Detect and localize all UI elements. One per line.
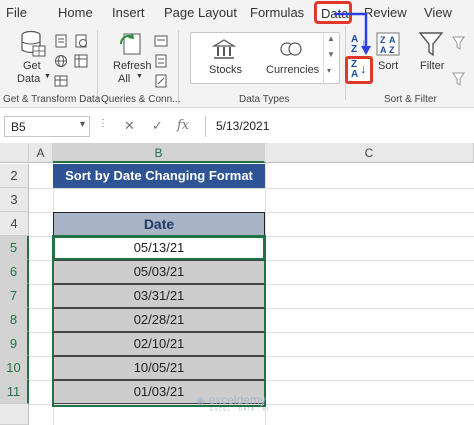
edit-links-icon[interactable]	[154, 74, 168, 88]
tab-formulas[interactable]: Formulas	[250, 5, 304, 20]
sort-z-to-a-button[interactable]: Z A ↓	[345, 56, 373, 84]
chevron-down-icon: ▼	[44, 73, 51, 80]
get-data-label-2[interactable]: Data	[17, 73, 40, 85]
group-label-data-types: Data Types	[239, 94, 290, 105]
queries-icon[interactable]	[154, 34, 168, 48]
column-header-b[interactable]: B	[53, 143, 265, 163]
from-text-icon[interactable]	[54, 34, 68, 48]
group-label-queries: Queries & Conn...	[101, 94, 181, 105]
row-header[interactable]: 7	[0, 284, 29, 308]
tab-view[interactable]: View	[424, 5, 452, 20]
refresh-label-1[interactable]: Refresh	[113, 60, 152, 72]
properties-icon[interactable]	[154, 54, 168, 68]
row-header[interactable]: 2	[0, 164, 29, 188]
row-header[interactable]: 4	[0, 212, 29, 236]
svg-text:Z: Z	[380, 35, 386, 45]
cancel-icon[interactable]: ✕	[124, 118, 135, 134]
date-cell[interactable]: 05/13/21	[53, 236, 265, 260]
bank-icon[interactable]	[212, 38, 236, 60]
chevron-down-icon[interactable]: ▾	[80, 119, 85, 130]
ribbon: Get Data ▼ Refresh All ▼ Stocks Currenci…	[0, 12, 474, 108]
date-cell[interactable]: 05/03/21	[53, 260, 265, 284]
tab-page-layout[interactable]: Page Layout	[164, 5, 237, 20]
formula-value: 5/13/2021	[216, 119, 270, 133]
more-dots-icon: ⋮	[98, 118, 108, 129]
row-header[interactable]: 3	[0, 188, 29, 212]
svg-text:Z: Z	[389, 45, 395, 55]
date-cell[interactable]: 03/31/21	[53, 284, 265, 308]
enter-icon[interactable]: ✓	[152, 118, 163, 134]
refresh-label-2[interactable]: All	[118, 73, 130, 85]
fx-icon[interactable]: fx	[177, 118, 189, 133]
tab-file[interactable]: File	[6, 5, 27, 20]
annotation-arrow-icon	[334, 12, 371, 55]
gridline	[29, 188, 474, 189]
chevron-down-icon: ▼	[136, 73, 143, 80]
filter-label[interactable]: Filter	[420, 60, 444, 72]
name-box-value: B5	[11, 120, 26, 134]
select-all-corner[interactable]	[0, 143, 29, 163]
separator	[178, 30, 179, 104]
tab-insert[interactable]: Insert	[112, 5, 145, 20]
date-cell[interactable]: 02/10/21	[53, 332, 265, 356]
ribbon-tab-bar: File Home Insert Page Layout Formulas Da…	[0, 0, 474, 26]
date-header-cell[interactable]: Date	[53, 212, 265, 236]
sort-za-bottom: A	[351, 69, 359, 80]
database-icon[interactable]	[20, 30, 46, 58]
svg-text:A: A	[389, 35, 396, 45]
more-icon[interactable]: ▾	[327, 66, 331, 75]
column-header-a[interactable]: A	[29, 143, 53, 163]
existing-connections-icon[interactable]	[74, 54, 88, 68]
arrow-down-icon: ↓	[360, 61, 367, 76]
date-cell[interactable]: 02/28/21	[53, 308, 265, 332]
row-header[interactable]	[0, 404, 29, 425]
filter-icon[interactable]	[418, 30, 444, 58]
row-header[interactable]: 11	[0, 380, 29, 404]
tab-home[interactable]: Home	[58, 5, 93, 20]
column-header-c[interactable]: C	[265, 143, 474, 163]
clear-filter-icon[interactable]	[452, 36, 468, 50]
name-box[interactable]: B5 ▾	[4, 116, 90, 137]
row-header[interactable]: 9	[0, 332, 29, 356]
worksheet-grid: A B C 2 3 4 5 6 7 8 9 10 11 Sort by Date…	[0, 143, 474, 425]
stocks-label[interactable]: Stocks	[209, 64, 242, 76]
svg-text:A: A	[380, 45, 387, 55]
currencies-icon[interactable]	[279, 38, 303, 60]
currencies-label[interactable]: Currencies	[266, 64, 319, 76]
from-table-icon[interactable]	[54, 74, 68, 88]
sheet-title-cell[interactable]: Sort by Date Changing Format	[53, 164, 265, 188]
recent-sources-icon[interactable]	[74, 34, 88, 48]
refresh-icon[interactable]	[117, 30, 143, 58]
group-label-get-transform: Get & Transform Data	[3, 94, 101, 105]
row-header[interactable]: 8	[0, 308, 29, 332]
formula-bar: B5 ▾ ⋮ ✕ ✓ fx 5/13/2021	[0, 114, 474, 139]
formula-input[interactable]: 5/13/2021	[205, 116, 473, 137]
advanced-filter-icon[interactable]	[452, 72, 468, 86]
watermark-logo-icon: ◈	[196, 393, 209, 407]
get-data-label-1[interactable]: Get	[23, 60, 41, 72]
sort-label[interactable]: Sort	[378, 60, 398, 72]
globe-icon[interactable]	[54, 54, 68, 68]
row-header[interactable]: 6	[0, 260, 29, 284]
gridline	[265, 163, 266, 425]
separator	[97, 30, 98, 104]
watermark: ◈ exceldemy EXCEL · DATA · BI	[196, 393, 269, 413]
sort-icon[interactable]: Z A A Z	[376, 32, 400, 56]
watermark-name: exceldemy	[208, 393, 266, 407]
watermark-tagline: EXCEL · DATA · BI	[210, 407, 270, 413]
row-header[interactable]: 10	[0, 356, 29, 380]
date-cell[interactable]: 10/05/21	[53, 356, 265, 380]
group-label-sort-filter: Sort & Filter	[384, 94, 437, 105]
row-header[interactable]: 5	[0, 236, 29, 260]
